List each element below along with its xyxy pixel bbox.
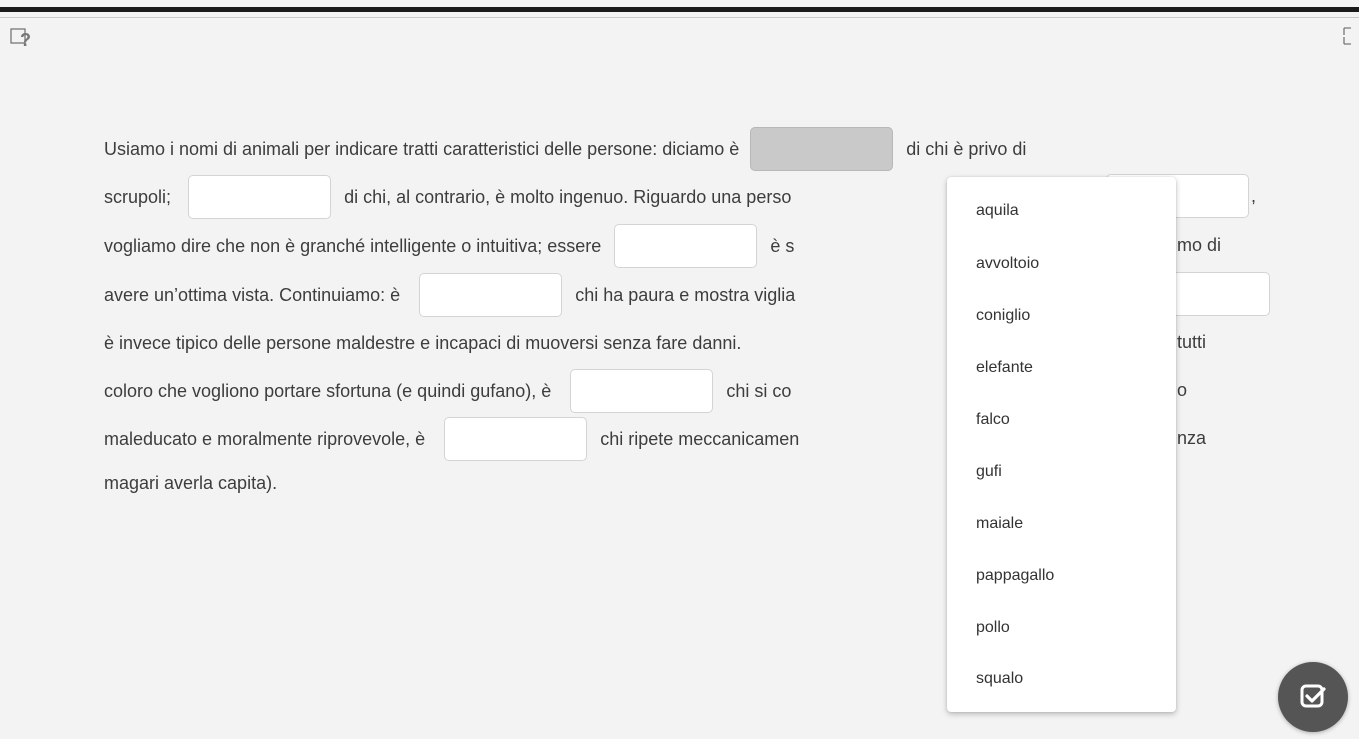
dropdown-option[interactable]: gufi bbox=[976, 462, 1002, 482]
answer-blank-2[interactable] bbox=[188, 175, 332, 220]
dropdown-option[interactable]: aquila bbox=[976, 201, 1019, 221]
dropdown-option[interactable]: elefante bbox=[976, 358, 1033, 378]
resize-icon[interactable] bbox=[1343, 27, 1353, 45]
text-segment: chi si co bbox=[726, 381, 792, 402]
text-segment: nza bbox=[1177, 428, 1207, 448]
dropdown-option[interactable]: falco bbox=[976, 410, 1010, 430]
text-segment: è invece tipico delle persone maldestre … bbox=[104, 333, 742, 354]
top-border-bar bbox=[0, 7, 1359, 12]
svg-text:?: ? bbox=[20, 30, 31, 49]
dropdown-option[interactable]: coniglio bbox=[976, 306, 1030, 326]
dropdown-option[interactable]: avvoltoio bbox=[976, 254, 1039, 274]
dropdown-option[interactable]: maiale bbox=[976, 514, 1023, 534]
text-segment: tutti bbox=[1177, 332, 1207, 352]
text-segment: maleducato e moralmente riprovevole, è bbox=[104, 429, 426, 450]
answer-blank-7[interactable] bbox=[570, 369, 714, 414]
dropdown-option[interactable]: squalo bbox=[976, 669, 1023, 689]
text-segment: mo di bbox=[1177, 235, 1222, 255]
answer-options-dropdown[interactable]: aquila avvoltoio coniglio elefante falco… bbox=[947, 177, 1176, 712]
text-segment: scrupoli; bbox=[104, 187, 172, 208]
dropdown-option[interactable]: pappagallo bbox=[976, 566, 1054, 586]
text-segment: coloro che vogliono portare sfortuna (e … bbox=[104, 381, 552, 402]
help-question-icon[interactable]: ? bbox=[10, 27, 34, 50]
answer-blank-4[interactable] bbox=[614, 224, 758, 269]
text-segment: o bbox=[1177, 380, 1188, 400]
answer-blank-5[interactable] bbox=[419, 273, 563, 318]
dropdown-option[interactable]: pollo bbox=[976, 618, 1010, 638]
text-segment: , bbox=[1251, 186, 1257, 206]
text-segment: di chi è privo di bbox=[906, 139, 1027, 160]
text-segment: chi ha paura e mostra viglia bbox=[575, 285, 796, 306]
text-segment: avere un’ottima vista. Continuiamo: è bbox=[104, 285, 401, 306]
check-icon bbox=[1300, 684, 1326, 708]
answer-blank-8[interactable] bbox=[444, 417, 588, 462]
answer-blank-6[interactable] bbox=[1170, 272, 1270, 316]
top-divider bbox=[0, 17, 1359, 18]
text-segment: magari averla capita). bbox=[104, 473, 278, 494]
text-segment: di chi, al contrario, è molto ingenuo. R… bbox=[344, 187, 792, 208]
text-segment: Usiamo i nomi di animali per indicare tr… bbox=[104, 139, 740, 160]
text-segment: è s bbox=[770, 236, 795, 257]
answer-blank-1[interactable] bbox=[750, 127, 894, 172]
check-answers-button[interactable] bbox=[1278, 662, 1348, 732]
text-segment: vogliamo dire che non è granché intellig… bbox=[104, 236, 602, 257]
text-segment: chi ripete meccanicamen bbox=[600, 429, 800, 450]
